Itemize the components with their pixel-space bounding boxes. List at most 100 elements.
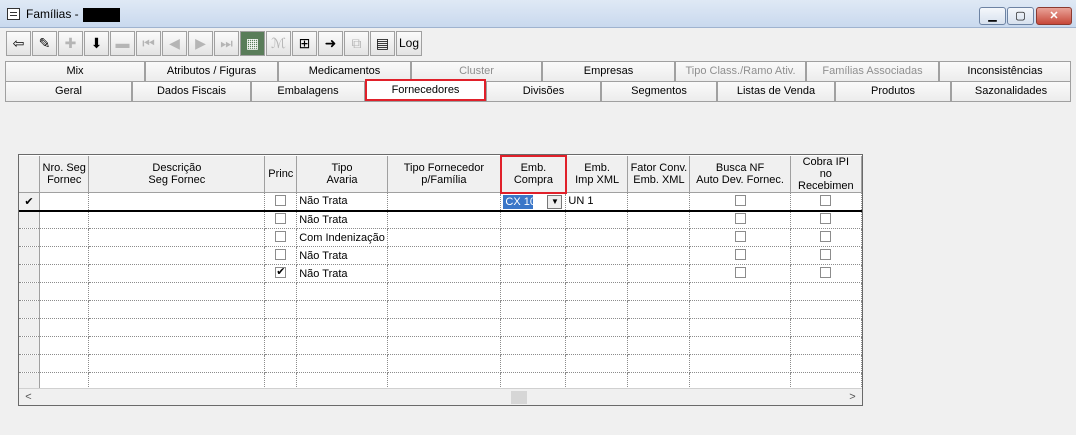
busca-nf-checkbox[interactable] xyxy=(734,213,746,225)
cell-cobra-ipi[interactable] xyxy=(790,264,862,283)
cell-tipo-avaria[interactable] xyxy=(296,300,388,319)
cell-tipo-fornecedor[interactable] xyxy=(387,264,502,283)
cell-emb-imp-xml[interactable] xyxy=(565,336,629,355)
cell-descricao[interactable] xyxy=(88,318,266,337)
scroll-thumb[interactable] xyxy=(511,391,527,404)
cell-emb-imp-xml[interactable] xyxy=(565,210,629,229)
cell-nro-seg-fornec[interactable] xyxy=(39,318,90,337)
table-row[interactable] xyxy=(19,300,862,319)
header-fator-conv[interactable]: Fator Conv. Emb. XML xyxy=(627,156,691,193)
tab-familias-associadas[interactable]: Famílias Associadas xyxy=(806,61,939,81)
emb-compra-value[interactable]: CX 10 xyxy=(503,194,536,209)
cell-tipo-avaria[interactable]: Não Trata xyxy=(296,192,388,212)
cell-princ[interactable] xyxy=(264,246,298,265)
cell-tipo-avaria[interactable]: Não Trata xyxy=(296,264,388,283)
cell-tipo-fornecedor[interactable] xyxy=(387,282,502,301)
cell-tipo-fornecedor[interactable] xyxy=(387,210,502,229)
table-row[interactable] xyxy=(19,354,862,373)
busca-nf-checkbox[interactable] xyxy=(734,249,746,261)
suppliers-grid[interactable]: Nro. Seg Fornec Descrição Seg Fornec Pri… xyxy=(18,154,863,406)
cell-emb-compra[interactable] xyxy=(500,300,567,319)
cell-fator-conv[interactable] xyxy=(627,246,691,265)
cell-nro-seg-fornec[interactable] xyxy=(39,264,90,283)
cell-princ[interactable] xyxy=(264,228,298,247)
cell-princ[interactable] xyxy=(264,318,298,337)
cell-nro-seg-fornec[interactable] xyxy=(39,246,90,265)
table-row[interactable] xyxy=(19,282,862,301)
cell-princ[interactable] xyxy=(264,300,298,319)
table-row[interactable]: Não Trata xyxy=(19,210,862,229)
cell-nro-seg-fornec[interactable] xyxy=(39,300,90,319)
cell-emb-imp-xml[interactable] xyxy=(565,354,629,373)
cell-emb-compra[interactable] xyxy=(500,228,567,247)
cell-emb-imp-xml[interactable] xyxy=(565,228,629,247)
cell-nro-seg-fornec[interactable] xyxy=(39,192,90,212)
princ-checkbox[interactable] xyxy=(275,265,287,279)
header-nro-seg-fornec[interactable]: Nro. Seg Fornec xyxy=(39,156,90,193)
header-cobra-ipi[interactable]: Cobra IPI no Recebimen xyxy=(790,156,862,193)
cell-princ[interactable] xyxy=(264,354,298,373)
cell-fator-conv[interactable] xyxy=(627,336,691,355)
export-icon[interactable]: ➜ xyxy=(318,31,343,56)
cell-tipo-fornecedor[interactable] xyxy=(387,228,502,247)
cell-nro-seg-fornec[interactable] xyxy=(39,282,90,301)
table-row[interactable]: Não Trata xyxy=(19,264,862,283)
insert-row-icon[interactable]: ⊞ xyxy=(292,31,317,56)
cell-tipo-fornecedor[interactable] xyxy=(387,354,502,373)
cell-cobra-ipi[interactable] xyxy=(790,300,862,319)
busca-nf-checkbox[interactable] xyxy=(734,231,746,243)
header-emb-compra[interactable]: Emb. Compra xyxy=(499,155,567,194)
new-record-icon[interactable]: ✚ xyxy=(58,31,83,56)
table-row[interactable]: Não Trata xyxy=(19,246,862,265)
cell-descricao[interactable] xyxy=(88,228,266,247)
cobra-ipi-checkbox[interactable] xyxy=(820,194,832,206)
cell-emb-imp-xml[interactable] xyxy=(565,264,629,283)
cell-busca-nf[interactable] xyxy=(689,318,791,337)
cell-fator-conv[interactable] xyxy=(627,282,691,301)
cell-tipo-avaria[interactable]: Não Trata xyxy=(296,246,388,265)
tab-produtos[interactable]: Produtos xyxy=(835,81,951,101)
cell-busca-nf[interactable] xyxy=(689,210,791,229)
cell-cobra-ipi[interactable] xyxy=(790,354,862,373)
cell-tipo-avaria[interactable]: Não Trata xyxy=(296,210,388,229)
cell-emb-imp-xml[interactable]: UN 1 xyxy=(565,192,629,212)
tab-sazonalidades[interactable]: Sazonalidades xyxy=(951,81,1071,101)
cell-tipo-avaria[interactable] xyxy=(296,336,388,355)
cell-busca-nf[interactable] xyxy=(689,282,791,301)
cobra-ipi-checkbox[interactable] xyxy=(820,213,832,225)
cell-fator-conv[interactable] xyxy=(627,300,691,319)
cell-fator-conv[interactable] xyxy=(627,210,691,229)
cell-emb-imp-xml[interactable] xyxy=(565,318,629,337)
cell-princ[interactable] xyxy=(264,264,298,283)
cell-tipo-fornecedor[interactable] xyxy=(387,336,502,355)
tab-inconsistencias[interactable]: Inconsistências xyxy=(939,61,1071,81)
copy-icon[interactable]: ⧉ xyxy=(344,31,369,56)
header-tipo-fornecedor[interactable]: Tipo Fornecedor p/Família xyxy=(387,156,502,193)
cell-princ[interactable] xyxy=(264,336,298,355)
eraser-icon[interactable]: ✎ xyxy=(32,31,57,56)
cell-descricao[interactable] xyxy=(88,336,266,355)
cell-busca-nf[interactable] xyxy=(689,246,791,265)
cell-tipo-fornecedor[interactable] xyxy=(387,318,502,337)
header-emb-imp-xml[interactable]: Emb. Imp XML xyxy=(565,156,629,193)
cell-descricao[interactable] xyxy=(88,264,266,283)
cell-tipo-avaria[interactable] xyxy=(296,282,388,301)
horizontal-scrollbar[interactable]: < > xyxy=(19,388,862,405)
cell-emb-compra[interactable]: CX 10 ▼ xyxy=(500,192,567,212)
tab-listas-de-venda[interactable]: Listas de Venda xyxy=(717,81,835,101)
cell-princ[interactable] xyxy=(264,282,298,301)
cell-tipo-avaria[interactable] xyxy=(296,354,388,373)
close-button[interactable]: ✕ xyxy=(1036,7,1072,25)
tab-atributos-figuras[interactable]: Atributos / Figuras xyxy=(145,61,278,81)
tab-medicamentos[interactable]: Medicamentos xyxy=(278,61,411,81)
cell-emb-compra[interactable] xyxy=(500,246,567,265)
cell-descricao[interactable] xyxy=(88,192,266,212)
cell-nro-seg-fornec[interactable] xyxy=(39,354,90,373)
exit-door-icon[interactable]: ⇦ xyxy=(6,31,31,56)
cell-cobra-ipi[interactable] xyxy=(790,318,862,337)
delete-record-icon[interactable]: ▬ xyxy=(110,31,135,56)
cell-descricao[interactable] xyxy=(88,282,266,301)
chevron-down-icon[interactable]: ▼ xyxy=(547,194,563,209)
cell-emb-compra[interactable] xyxy=(500,210,567,229)
scroll-left-icon[interactable]: < xyxy=(21,390,36,405)
